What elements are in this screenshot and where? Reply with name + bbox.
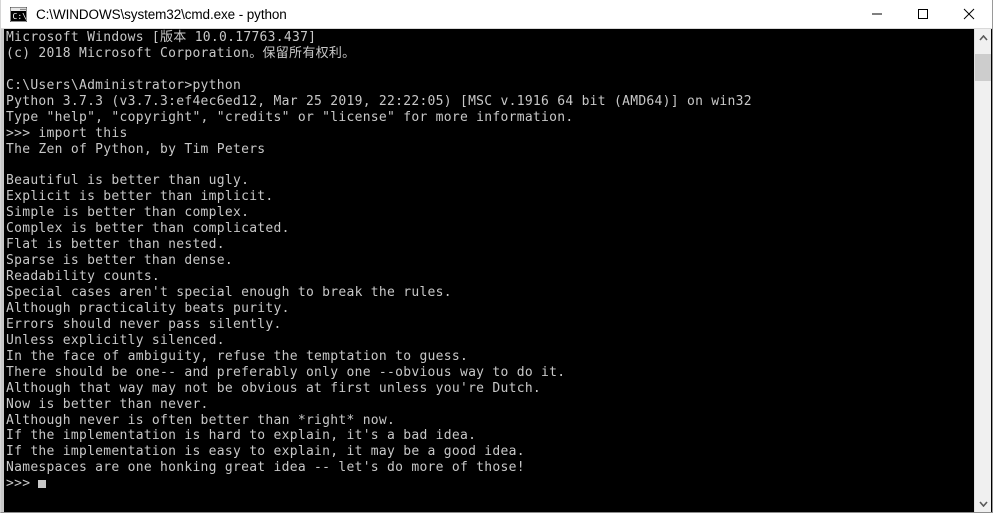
window-title: C:\WINDOWS\system32\cmd.exe - python: [36, 6, 287, 22]
cmd-console-icon: C:\: [10, 6, 28, 22]
console-line: Type "help", "copyright", "credits" or "…: [6, 109, 574, 125]
console-line: Although practicality beats purity.: [6, 300, 290, 316]
scrollbar-track[interactable]: [975, 46, 991, 495]
console-line: If the implementation is easy to explain…: [6, 444, 525, 460]
console-line: Explicit is better than implicit.: [6, 189, 274, 205]
vertical-scrollbar[interactable]: [974, 29, 991, 512]
console-line: Python 3.7.3 (v3.7.3:ef4ec6ed12, Mar 25 …: [6, 93, 752, 109]
console-line: >>> import this: [6, 125, 128, 141]
scrollbar-thumb[interactable]: [975, 54, 991, 81]
prompt-symbol: >>>: [6, 476, 39, 492]
console-prompt-line: >>>: [6, 476, 962, 492]
console-text: Microsoft Windows [版本 10.0.17763.437] (c)…: [6, 30, 962, 492]
maximize-button[interactable]: [900, 0, 946, 29]
console-line: Sparse is better than dense.: [6, 253, 233, 269]
console-line: Flat is better than nested.: [6, 237, 225, 253]
scroll-up-arrow-icon[interactable]: [975, 29, 991, 46]
title-bar[interactable]: C:\ C:\WINDOWS\system32\cmd.exe - python: [1, 0, 992, 29]
console-window: C:\ C:\WINDOWS\system32\cmd.exe - python: [0, 0, 993, 513]
console-line: Although never is often better than *rig…: [6, 412, 396, 428]
console-line: Microsoft Windows [版本 10.0.17763.437]: [6, 30, 317, 45]
console-line: If the implementation is hard to explain…: [6, 428, 477, 444]
console-line: Readability counts.: [6, 269, 161, 285]
minimize-button[interactable]: [854, 0, 900, 29]
console-line: Special cases aren't special enough to b…: [6, 285, 452, 300]
console-line: Simple is better than complex.: [6, 205, 250, 221]
window-controls: [854, 0, 992, 29]
console-output-area[interactable]: Microsoft Windows [版本 10.0.17763.437] (c)…: [1, 29, 992, 512]
console-line: (c) 2018 Microsoft Corporation。保留所有权利。: [6, 45, 356, 61]
console-line: There should be one-- and preferably onl…: [6, 364, 566, 380]
scroll-down-arrow-icon[interactable]: [975, 495, 991, 512]
console-line: In the face of ambiguity, refuse the tem…: [6, 348, 469, 364]
text-cursor: [38, 480, 47, 489]
console-line: Now is better than never.: [6, 396, 209, 412]
console-line: Complex is better than complicated.: [6, 221, 290, 237]
console-line: Although that way may not be obvious at …: [6, 380, 542, 396]
close-button[interactable]: [946, 0, 992, 29]
console-line: Unless explicitly silenced.: [6, 332, 225, 348]
console-left-edge: [1, 29, 4, 512]
svg-text:C:\: C:\: [13, 12, 28, 21]
console-line: Errors should never pass silently.: [6, 316, 282, 332]
console-line: The Zen of Python, by Tim Peters: [6, 141, 266, 157]
console-line: C:\Users\Administrator>python: [6, 77, 242, 93]
console-line: Namespaces are one honking great idea --…: [6, 460, 525, 476]
console-line: Beautiful is better than ugly.: [6, 173, 250, 189]
